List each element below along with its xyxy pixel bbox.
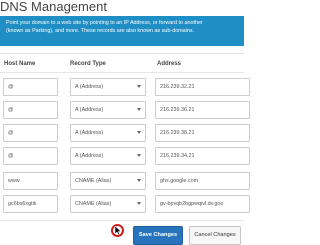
host-input[interactable]: gc6bs6xgtik	[3, 195, 58, 213]
record-type-select[interactable]: A (Address)	[70, 78, 146, 96]
record-type-value: A (Address)	[75, 84, 104, 90]
record-type-value: CNAME (Alias)	[75, 201, 112, 207]
host-input[interactable]: @	[3, 147, 58, 165]
record-type-value: CNAME (Alias)	[75, 178, 112, 184]
address-input[interactable]: 216.239.36.21	[155, 101, 250, 119]
chevron-down-icon	[137, 131, 141, 134]
chevron-down-icon	[137, 85, 141, 88]
info-text-line: (known as Parking), and more. These reco…	[6, 28, 195, 34]
save-changes-button[interactable]: Save Changes	[133, 226, 183, 245]
cancel-changes-button[interactable]: Cancel Changes	[189, 226, 241, 245]
info-text-line: Point your domain to a web site by point…	[6, 20, 203, 26]
chevron-down-icon	[137, 154, 141, 157]
record-type-value: A (Address)	[75, 107, 104, 113]
table-row: www CNAME (Alias) ghs.google.com	[0, 172, 250, 194]
footer-divider	[0, 220, 244, 221]
address-input[interactable]: 216.239.38.21	[155, 124, 250, 142]
record-type-select[interactable]: A (Address)	[70, 101, 146, 119]
table-row: @ A (Address) 216.239.36.21	[0, 101, 250, 123]
chevron-down-icon	[137, 202, 141, 205]
record-type-select[interactable]: A (Address)	[70, 147, 146, 165]
address-input[interactable]: gv-bpvqb2bgpwqivl.dv.goo	[155, 195, 250, 213]
mouse-pointer-icon	[114, 226, 122, 235]
table-row: @ A (Address) 216.239.32.21	[0, 78, 250, 100]
table-row: @ A (Address) 216.239.34.21	[0, 147, 250, 169]
host-input[interactable]: @	[3, 78, 58, 96]
host-input[interactable]: www	[3, 172, 58, 190]
record-type-select[interactable]: A (Address)	[70, 124, 146, 142]
chevron-down-icon	[137, 108, 141, 111]
table-row: @ A (Address) 216.239.38.21	[0, 124, 250, 146]
header-divider	[0, 72, 244, 73]
column-header-record-type: Record Type	[70, 61, 106, 67]
address-input[interactable]: 216.239.32.21	[155, 78, 250, 96]
column-header-address: Address	[157, 61, 182, 67]
table-row: gc6bs6xgtik CNAME (Alias) gv-bpvqb2bgpwq…	[0, 195, 250, 217]
address-input[interactable]: ghs.google.com	[155, 172, 250, 190]
address-input[interactable]: 216.239.34.21	[155, 147, 250, 165]
chevron-down-icon	[137, 179, 141, 182]
host-input[interactable]: @	[3, 101, 58, 119]
column-header-host: Host Name	[4, 61, 36, 67]
page-title: DNS Management	[0, 0, 107, 14]
record-type-value: A (Address)	[75, 153, 104, 159]
record-type-select[interactable]: CNAME (Alias)	[70, 172, 146, 190]
record-type-select[interactable]: CNAME (Alias)	[70, 195, 146, 213]
record-type-value: A (Address)	[75, 130, 104, 136]
info-banner: Point your domain to a web site by point…	[0, 16, 244, 46]
host-input[interactable]: @	[3, 124, 58, 142]
